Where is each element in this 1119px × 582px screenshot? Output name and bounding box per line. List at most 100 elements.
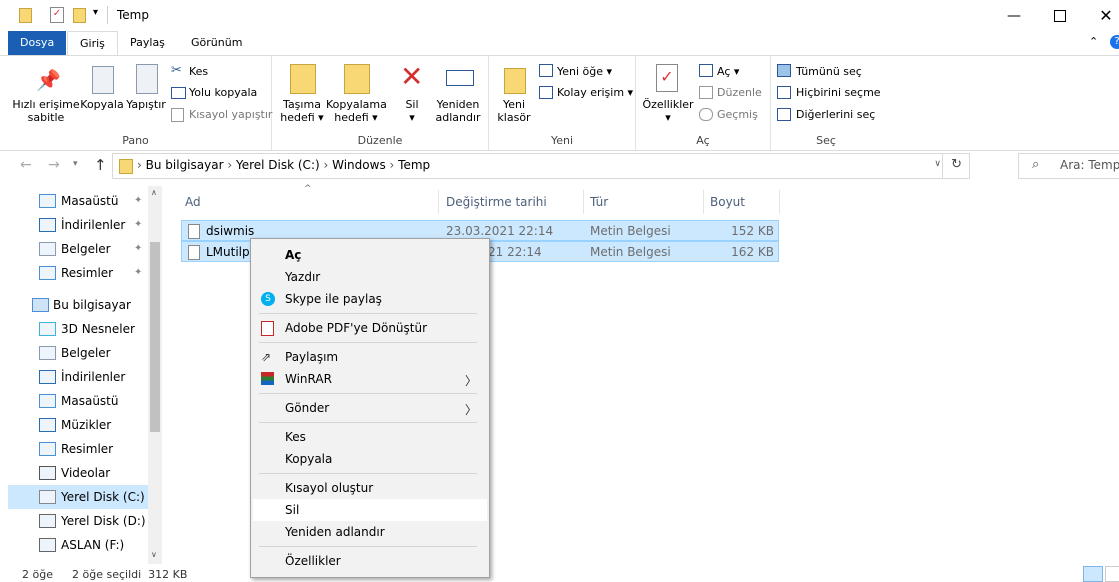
- scroll-down-icon[interactable]: ∨: [151, 550, 157, 559]
- sidebar-item[interactable]: Masaüstü ✦: [0, 189, 148, 213]
- menu-separator: [259, 473, 477, 474]
- open-button[interactable]: Aç ▾: [717, 65, 739, 78]
- tab-file[interactable]: Dosya: [8, 31, 67, 55]
- address-bar[interactable]: › Bu bilgisayar › Yerel Disk (C:) › Wind…: [112, 153, 970, 179]
- properties-quick-icon[interactable]: ✓: [50, 7, 64, 23]
- sidebar-item[interactable]: İndirilenler: [0, 365, 148, 389]
- customize-quick-access-icon[interactable]: ▾: [93, 7, 98, 18]
- copy-to-button[interactable]: Kopyalama hedefi ▾: [326, 98, 387, 124]
- menu-item-delete[interactable]: Sil: [253, 499, 487, 521]
- sidebar-item[interactable]: Yerel Disk (C:): [8, 485, 148, 509]
- breadcrumb-item[interactable]: Windows: [332, 158, 386, 172]
- sidebar-item[interactable]: Belgeler: [0, 341, 148, 365]
- column-header-type[interactable]: Tür: [590, 190, 608, 214]
- select-all-icon: [777, 64, 791, 77]
- rename-button[interactable]: Yeniden adlandır: [434, 98, 482, 124]
- ribbon-tabs: Dosya Giriş Paylaş Görünüm ⌃ ?: [0, 31, 1119, 56]
- status-item-count: 2 öğe: [22, 568, 53, 581]
- search-box[interactable]: ⌕ Ara: Temp: [1018, 153, 1119, 179]
- sidebar-item[interactable]: Masaüstü: [0, 389, 148, 413]
- sidebar-item[interactable]: Resimler ✦: [0, 261, 148, 285]
- select-none-button[interactable]: Hiçbirini seçme: [796, 86, 881, 99]
- scrollbar-thumb[interactable]: [150, 242, 160, 432]
- invert-selection-button[interactable]: Diğerlerini seç: [796, 108, 875, 121]
- folder-icon: [119, 159, 133, 174]
- menu-item-label: Kısayol oluştur: [285, 481, 374, 495]
- breadcrumb-item[interactable]: Bu bilgisayar: [146, 158, 224, 172]
- sidebar-item-label: 3D Nesneler: [61, 322, 135, 336]
- sidebar-item-label: Masaüstü: [61, 394, 119, 408]
- paste-button[interactable]: Yapıştır: [124, 98, 168, 111]
- easy-access-button[interactable]: Kolay erişim ▾: [557, 86, 633, 99]
- new-item-button[interactable]: Yeni öğe ▾: [557, 65, 612, 78]
- nav-scrollbar[interactable]: ∧ ∨: [148, 186, 162, 564]
- menu-item-open[interactable]: Aç: [253, 244, 487, 266]
- menu-item-create-shortcut[interactable]: Kısayol oluştur: [253, 477, 487, 499]
- delete-button[interactable]: Sil ▾: [392, 98, 432, 124]
- copy-path-button[interactable]: Yolu kopyala: [189, 86, 257, 99]
- menu-item-cut[interactable]: Kes: [253, 426, 487, 448]
- breadcrumb-item[interactable]: Temp: [398, 158, 430, 172]
- menu-separator: [259, 313, 477, 314]
- new-folder-button[interactable]: Yeni klasör: [495, 98, 533, 124]
- new-folder-quick-icon[interactable]: [73, 8, 86, 23]
- back-icon[interactable]: ←: [20, 157, 32, 173]
- sidebar-item[interactable]: Belgeler ✦: [0, 237, 148, 261]
- tab-share[interactable]: Paylaş: [118, 31, 177, 55]
- pin-quick-access-button[interactable]: Hızlı erişime sabitle: [10, 98, 82, 124]
- address-divider: [942, 154, 943, 178]
- music-icon: [39, 418, 56, 432]
- refresh-icon[interactable]: ↻: [951, 157, 962, 172]
- menu-item-share[interactable]: ⇗ Paylaşım: [253, 346, 487, 368]
- sidebar-item[interactable]: Resimler: [0, 437, 148, 461]
- minimize-button[interactable]: —: [991, 0, 1037, 31]
- move-to-icon: [290, 64, 316, 94]
- sidebar-item[interactable]: Yerel Disk (D:): [0, 509, 148, 533]
- tab-view[interactable]: Görünüm: [179, 31, 254, 55]
- scroll-up-icon[interactable]: ∧: [151, 188, 157, 197]
- drive-icon: [39, 490, 56, 504]
- tab-home[interactable]: Giriş: [67, 31, 118, 56]
- close-button[interactable]: ✕: [1083, 0, 1119, 31]
- ribbon: 📌 Hızlı erişime sabitle Kopyala Yapıştır…: [0, 55, 1119, 151]
- details-view-button[interactable]: [1083, 566, 1103, 582]
- menu-item-print[interactable]: Yazdır: [253, 266, 487, 288]
- breadcrumb-item[interactable]: Yerel Disk (C:): [236, 158, 320, 172]
- menu-item-rename[interactable]: Yeniden adlandır: [253, 521, 487, 543]
- large-icons-view-button[interactable]: [1105, 566, 1119, 582]
- sidebar-item[interactable]: Müzikler: [0, 413, 148, 437]
- address-dropdown-icon[interactable]: ∨: [934, 159, 941, 169]
- up-icon[interactable]: ↑: [94, 156, 107, 174]
- paste-shortcut-button[interactable]: Kısayol yapıştır: [189, 108, 272, 121]
- sidebar-item[interactable]: Bu bilgisayar: [0, 293, 148, 317]
- history-button[interactable]: Geçmiş: [717, 108, 758, 121]
- search-input[interactable]: Ara: Temp: [1060, 158, 1119, 172]
- move-to-button[interactable]: Taşıma hedefi ▾: [276, 98, 328, 124]
- select-all-button[interactable]: Tümünü seç: [796, 65, 862, 78]
- menu-item-skype[interactable]: S Skype ile paylaş: [253, 288, 487, 310]
- cut-button[interactable]: Kes: [189, 65, 208, 78]
- menu-item-winrar[interactable]: WinRAR 〉: [253, 368, 487, 390]
- desktop-icon: [39, 194, 56, 208]
- column-header-name[interactable]: Ad: [185, 190, 435, 214]
- sidebar-item[interactable]: ASLAN (F:): [0, 533, 148, 557]
- forward-icon[interactable]: →: [48, 157, 60, 173]
- share-icon: ⇗: [261, 350, 272, 364]
- help-icon[interactable]: ?: [1110, 35, 1119, 49]
- menu-item-send-to[interactable]: Gönder 〉: [253, 397, 487, 419]
- menu-item-adobe-pdf[interactable]: Adobe PDF'ye Dönüştür: [253, 317, 487, 339]
- recent-locations-icon[interactable]: ▾: [73, 159, 78, 169]
- sidebar-item[interactable]: Videolar: [0, 461, 148, 485]
- copy-button[interactable]: Kopyala: [80, 98, 124, 111]
- maximize-button[interactable]: [1037, 0, 1083, 31]
- column-header-size[interactable]: Boyut: [710, 190, 745, 214]
- column-header-date[interactable]: Değiştirme tarihi: [446, 190, 547, 214]
- collapse-ribbon-icon[interactable]: ⌃: [1089, 35, 1098, 48]
- pictures-icon: [39, 266, 56, 280]
- menu-item-copy[interactable]: Kopyala: [253, 448, 487, 470]
- properties-button[interactable]: Özellikler ▾: [640, 98, 696, 124]
- pin-icon: ✦: [134, 243, 143, 254]
- sidebar-item[interactable]: İndirilenler ✦: [0, 213, 148, 237]
- edit-button[interactable]: Düzenle: [717, 86, 762, 99]
- sidebar-item[interactable]: 3D Nesneler: [0, 317, 148, 341]
